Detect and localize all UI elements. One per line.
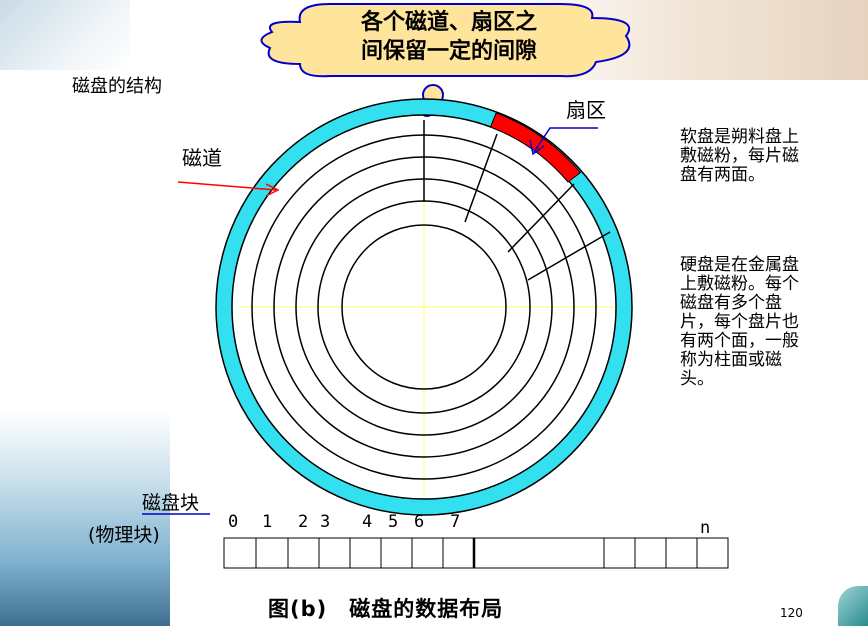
figure-caption: 图(b) 磁盘的数据布局 xyxy=(268,597,504,621)
hard-disk-note: 硬盘是在金属盘上敷磁粉。每个磁盘有多个盘片，每个盘片也有两个面，一般称为柱面或磁… xyxy=(680,255,799,389)
block-index-n: n xyxy=(700,518,711,538)
physical-block-label: (物理块) xyxy=(88,524,160,546)
sector-line-2 xyxy=(464,133,498,223)
sector-highlight xyxy=(489,112,582,183)
block-index-3: 3 xyxy=(320,512,331,532)
track-label: 磁道 xyxy=(182,146,222,170)
gap-note-line-1: 各个磁道、扇区之 xyxy=(360,10,537,35)
block-index-2: 2 xyxy=(298,512,309,532)
gap-note: 各个磁道、扇区之 间保留一定的间隙 xyxy=(318,8,580,66)
gap-note-line-2: 间保留一定的间隙 xyxy=(360,39,537,64)
sector-label: 扇区 xyxy=(566,98,606,122)
block-strip xyxy=(223,537,729,569)
sector-line-4 xyxy=(527,231,611,281)
page-number: 120 xyxy=(780,606,803,620)
block-index-5: 5 xyxy=(388,512,399,532)
block-index-4: 4 xyxy=(362,512,373,532)
floppy-note: 软盘是朔料盘上敷磁粉，每片磁盘有两面。 xyxy=(680,127,799,185)
block-index-6: 6 xyxy=(414,512,425,532)
sector-line-3 xyxy=(507,183,575,253)
structure-heading: 磁盘的结构 xyxy=(72,76,162,97)
block-index-0: 0 xyxy=(228,512,239,532)
block-label: 磁盘块 xyxy=(142,492,200,514)
block-index-1: 1 xyxy=(262,512,273,532)
block-index-7: 7 xyxy=(450,512,461,532)
